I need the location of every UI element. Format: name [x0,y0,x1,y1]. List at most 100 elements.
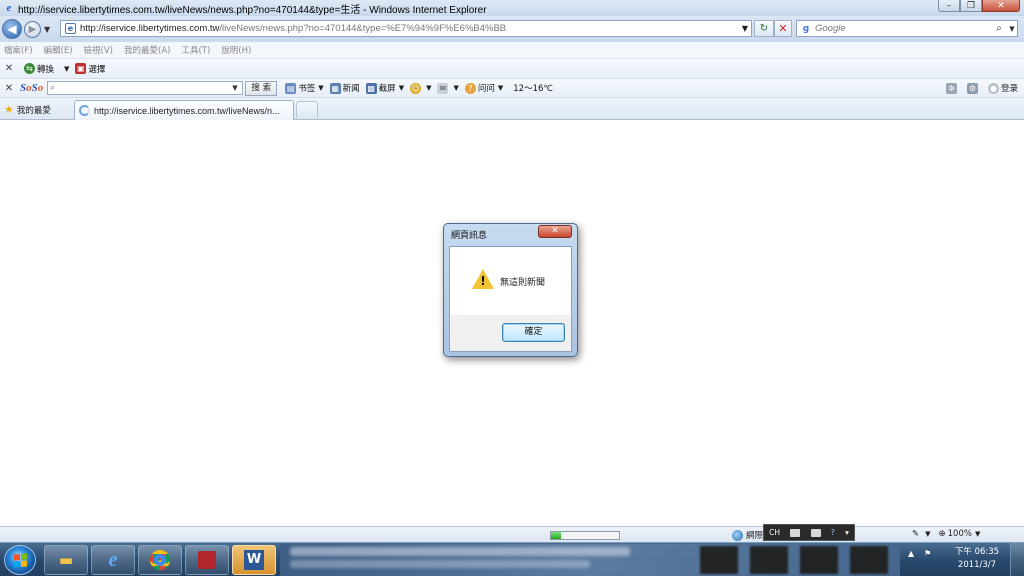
show-hidden-icons-icon[interactable]: ▲ [908,549,914,558]
settings-icon[interactable]: ✲ [945,82,957,94]
browser-tab[interactable]: http://iservice.libertytimes.com.tw/live… [74,100,294,120]
language-label[interactable]: CH [769,528,780,537]
forward-button[interactable]: ▶ [24,21,41,38]
ask-dropdown-icon[interactable]: ▼ [498,84,503,92]
toolbar-close-icon[interactable]: ✕ [2,63,16,74]
url-path: /liveNews/news.php?no=470144&type=%E7%94… [219,23,507,34]
taskbar-explorer[interactable]: ▬ [44,545,88,575]
start-button[interactable] [4,545,36,575]
bookmarks-label: 书签 [298,84,316,94]
star-icon: ★ [4,103,14,116]
screenshot-icon: ▩ [365,82,377,94]
loading-spinner-icon [79,105,90,116]
ok-button[interactable]: 確定 [502,323,565,342]
address-url[interactable]: http://iservice.libertytimes.com.tw/live… [80,23,739,34]
soso-dropdown-icon[interactable]: ▼ [232,84,242,92]
taskbar-word[interactable]: W [232,545,276,575]
language-bar[interactable]: CH ? ▾ [763,524,855,541]
menu-favorites[interactable]: 我的最愛(A) [124,44,170,56]
login-button[interactable]: 登录 [1001,82,1018,94]
screenshot-button[interactable]: ▩ 截屏 ▼ [365,82,404,94]
bookmarks-button[interactable]: ▤ 书签 ▼ [285,82,324,94]
mail-dropdown-icon[interactable]: ▼ [453,84,458,92]
keyboard-icon[interactable] [790,528,801,537]
protected-mode-icon[interactable]: ✎ [912,529,919,539]
menu-view[interactable]: 檢視(V) [84,44,113,56]
address-bar[interactable]: e http://iservice.libertytimes.com.tw/li… [60,20,752,37]
convert-dropdown-icon[interactable]: ▼ [64,65,69,73]
taskbar-save-app[interactable] [185,545,229,575]
taskbar-internet-explorer[interactable]: e [91,545,135,575]
dialog-close-button[interactable]: ✕ [538,225,572,238]
soso-search-input[interactable]: ⌕ ▼ [47,81,244,95]
google-icon: g [802,23,810,34]
dialog-message: 無這則新聞 [500,278,546,288]
convert-icon: ⇆ [24,63,35,74]
window-controls: – ❐ ✕ [938,0,1020,12]
protected-mode-dropdown-icon[interactable]: ▼ [925,530,930,538]
news-icon: ▦ [329,82,341,94]
recent-pages-dropdown[interactable]: ▼ [44,25,50,34]
user-icon[interactable]: ● [987,82,999,94]
refresh-button[interactable]: ↻ [754,20,774,37]
ie-icon: e [108,548,118,571]
globe-icon [732,529,743,541]
favorites-label: 我的最愛 [16,105,51,116]
convert-button[interactable]: ⇆ 轉換 ▼ [24,63,69,75]
back-button[interactable]: ◀ [2,19,22,39]
taskbar-clock[interactable]: 下午 06:35 2011/3/7 [952,546,1002,572]
new-tab-button[interactable] [296,101,318,118]
taskbar: ▬ e W ▲ ⚑ 下午 06:35 2011/3/7 [0,542,1024,576]
question-icon: ? [464,82,476,94]
menu-file[interactable]: 檔案(F) [4,44,33,56]
maximize-button[interactable]: ❐ [960,0,982,12]
toolbar-close-icon[interactable]: ✕ [2,83,16,94]
favorites-bar: ★ 我的最愛 http://iservice.libertytimes.com.… [0,98,1024,120]
search-input[interactable] [815,23,991,34]
search-icon[interactable]: ⌕ [991,23,1007,34]
address-dropdown-icon[interactable]: ▼ [739,24,751,33]
close-window-button[interactable]: ✕ [982,0,1020,12]
alert-dialog: 網頁訊息 ✕ ! 無這則新聞 確定 [443,223,578,357]
forward-arrow-icon: ▶ [28,24,37,35]
langbar-options-icon[interactable]: ▾ [845,528,849,537]
soso-toolbar: ✕ SoSo ⌕ ▼ 搜 索 ▤ 书签 ▼ ▦ 新闻 ▩ 截屏 ▼ ☺ ▼ ✉ … [0,79,1024,98]
security-zone[interactable]: 網際 [732,529,763,541]
menu-edit[interactable]: 編輯(E) [44,44,73,56]
show-desktop-button[interactable] [1010,543,1024,576]
taskbar-chrome[interactable] [138,545,182,575]
ime-icon[interactable] [810,528,821,537]
ask-button[interactable]: ? 问问 ▼ [464,82,503,94]
zoom-control[interactable]: ✎ ▼ ⊕ 100% ▼ [912,529,980,539]
emoticon-dropdown-icon[interactable]: ▼ [426,84,431,92]
zoom-dropdown-icon[interactable]: ▼ [975,530,980,538]
favorites-button[interactable]: ★ 我的最愛 [4,103,51,116]
menu-tools[interactable]: 工具(T) [181,44,210,56]
emoticon-button[interactable]: ☺ ▼ [410,82,431,94]
news-button[interactable]: ▦ 新闻 [329,82,360,94]
screenshot-dropdown-icon[interactable]: ▼ [399,84,404,92]
tools-icon[interactable]: ⚙ [966,82,978,94]
bookmarks-dropdown-icon[interactable]: ▼ [318,84,323,92]
mail-button[interactable]: ✉ ▼ [437,82,459,94]
help-icon[interactable]: ? [831,528,835,537]
toolbar-right-group: ✲ ⚙ ● 登录 [945,82,1018,94]
search-options-icon[interactable]: ▼ [1007,25,1017,33]
stop-button[interactable]: ✕ [774,20,792,37]
zoom-level[interactable]: 100% [948,529,972,539]
floppy-icon [198,551,216,569]
search-box[interactable]: g ⌕ ▼ [796,20,1018,37]
back-arrow-icon: ◀ [7,22,17,36]
folder-icon: ▬ [58,551,74,569]
menu-help[interactable]: 說明(H) [221,44,251,56]
weather-text[interactable]: 12～16℃ [513,82,553,94]
action-center-flag-icon[interactable]: ⚑ [924,549,931,558]
select-button[interactable]: ▣ 選擇 [75,63,105,75]
zone-label: 網際 [746,531,764,541]
minimize-button[interactable]: – [938,0,960,12]
soso-search-button[interactable]: 搜 索 [245,80,278,96]
status-bar: 網際 ✎ ▼ ⊕ 100% ▼ [0,526,1024,542]
page-icon: e [65,23,76,34]
blurred-task-area [280,544,900,576]
ask-label: 问问 [477,84,495,94]
